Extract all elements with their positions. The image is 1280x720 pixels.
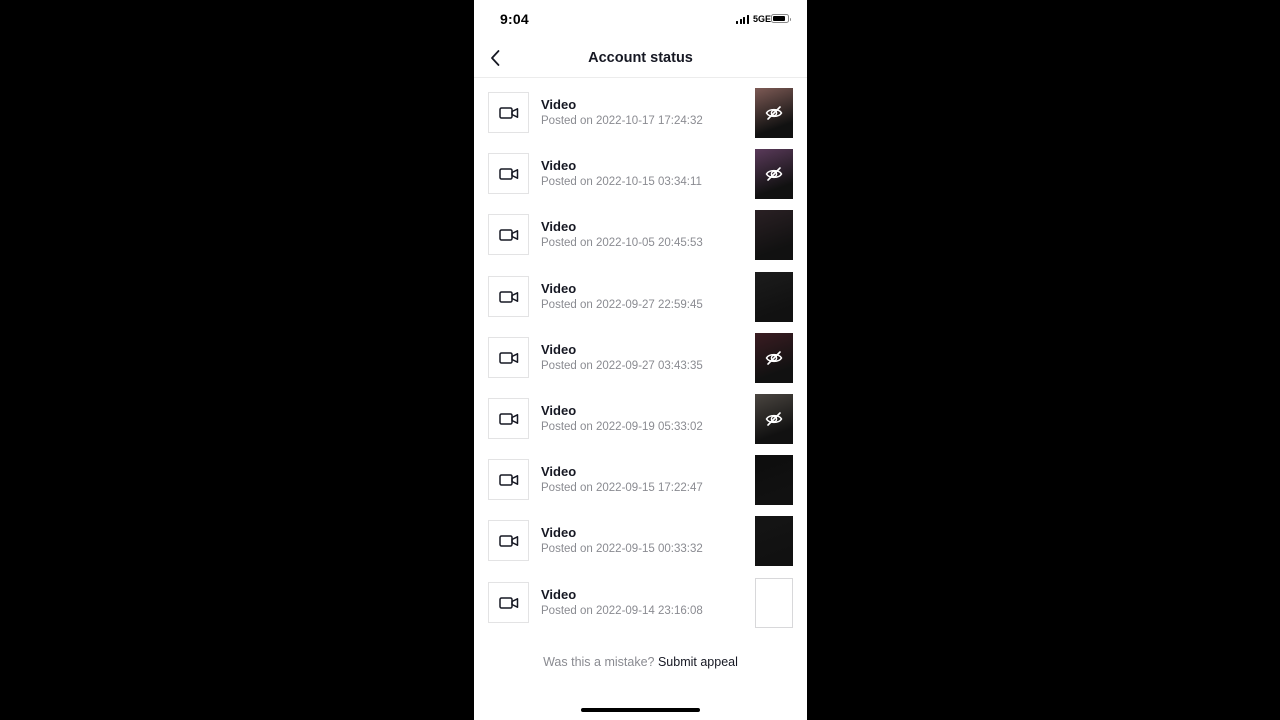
video-thumbnail[interactable] bbox=[755, 455, 793, 505]
video-icon-box bbox=[488, 398, 529, 439]
video-title: Video bbox=[541, 587, 577, 602]
video-camera-icon bbox=[498, 290, 518, 303]
video-title: Video bbox=[541, 403, 577, 418]
video-posted-date: Posted on 2022-09-14 23:16:08 bbox=[541, 605, 703, 617]
video-icon-box bbox=[488, 337, 529, 378]
appeal-question: Was this a mistake? bbox=[543, 655, 655, 669]
status-time: 9:04 bbox=[500, 11, 529, 27]
video-thumbnail[interactable] bbox=[755, 333, 793, 383]
network-type: 5GE bbox=[753, 14, 772, 24]
video-title: Video bbox=[541, 281, 577, 296]
video-list-item[interactable]: Video Posted on 2022-09-19 05:33:02 bbox=[474, 391, 807, 446]
video-title: Video bbox=[541, 97, 577, 112]
video-posted-date: Posted on 2022-10-05 20:45:53 bbox=[541, 237, 703, 249]
video-icon-box bbox=[488, 214, 529, 255]
video-icon-box bbox=[488, 92, 529, 133]
video-icon-box bbox=[488, 276, 529, 317]
video-camera-icon bbox=[498, 596, 518, 609]
video-list-item[interactable]: Video Posted on 2022-10-05 20:45:53 bbox=[474, 207, 807, 262]
video-posted-date: Posted on 2022-10-15 03:34:11 bbox=[541, 176, 702, 188]
video-thumbnail[interactable] bbox=[755, 516, 793, 566]
video-list-item[interactable]: Video Posted on 2022-09-27 22:59:45 bbox=[474, 269, 807, 324]
video-posted-date: Posted on 2022-09-27 22:59:45 bbox=[541, 299, 703, 311]
phone-screen: 9:04 5GE Account status Video Posted on 2… bbox=[474, 0, 807, 720]
navigation-bar: Account status bbox=[474, 40, 807, 78]
video-list-item[interactable]: Video Posted on 2022-09-14 23:16:08 bbox=[474, 575, 807, 630]
video-list-item[interactable]: Video Posted on 2022-10-15 03:34:11 bbox=[474, 146, 807, 201]
battery-icon bbox=[771, 14, 791, 23]
eye-slash-icon bbox=[765, 106, 783, 120]
video-thumbnail[interactable] bbox=[755, 149, 793, 199]
appeal-prompt-line: Was this a mistake? Submit appeal bbox=[474, 655, 807, 669]
video-posted-date: Posted on 2022-09-19 05:33:02 bbox=[541, 421, 703, 433]
eye-slash-icon bbox=[765, 167, 783, 181]
video-icon-box bbox=[488, 582, 529, 623]
video-title: Video bbox=[541, 158, 577, 173]
video-posted-date: Posted on 2022-09-15 00:33:32 bbox=[541, 543, 703, 555]
video-title: Video bbox=[541, 219, 577, 234]
page-title: Account status bbox=[588, 50, 693, 66]
video-camera-icon bbox=[498, 473, 518, 486]
video-camera-icon bbox=[498, 534, 518, 547]
video-thumbnail[interactable] bbox=[755, 394, 793, 444]
status-bar: 9:04 5GE bbox=[474, 0, 807, 40]
video-list-item[interactable]: Video Posted on 2022-09-15 00:33:32 bbox=[474, 513, 807, 568]
video-thumbnail[interactable] bbox=[755, 272, 793, 322]
home-indicator[interactable] bbox=[581, 708, 700, 712]
video-camera-icon bbox=[498, 167, 518, 180]
video-icon-box bbox=[488, 153, 529, 194]
video-list-item[interactable]: Video Posted on 2022-10-17 17:24:32 bbox=[474, 85, 807, 140]
video-posted-date: Posted on 2022-10-17 17:24:32 bbox=[541, 115, 703, 127]
video-thumbnail[interactable] bbox=[755, 88, 793, 138]
video-icon-box bbox=[488, 459, 529, 500]
video-posted-date: Posted on 2022-09-15 17:22:47 bbox=[541, 482, 703, 494]
eye-slash-icon bbox=[765, 351, 783, 365]
video-camera-icon bbox=[498, 106, 518, 119]
video-posted-date: Posted on 2022-09-27 03:43:35 bbox=[541, 360, 703, 372]
video-title: Video bbox=[541, 342, 577, 357]
video-icon-box bbox=[488, 520, 529, 561]
video-list-item[interactable]: Video Posted on 2022-09-27 03:43:35 bbox=[474, 330, 807, 385]
eye-slash-icon bbox=[765, 412, 783, 426]
video-list-item[interactable]: Video Posted on 2022-09-15 17:22:47 bbox=[474, 452, 807, 507]
submit-appeal-link[interactable]: Submit appeal bbox=[658, 655, 738, 669]
video-camera-icon bbox=[498, 228, 518, 241]
video-thumbnail[interactable] bbox=[755, 578, 793, 628]
cellular-signal-icon bbox=[736, 15, 750, 24]
video-camera-icon bbox=[498, 412, 518, 425]
video-thumbnail[interactable] bbox=[755, 210, 793, 260]
video-title: Video bbox=[541, 464, 577, 479]
video-title: Video bbox=[541, 525, 577, 540]
video-camera-icon bbox=[498, 351, 518, 364]
